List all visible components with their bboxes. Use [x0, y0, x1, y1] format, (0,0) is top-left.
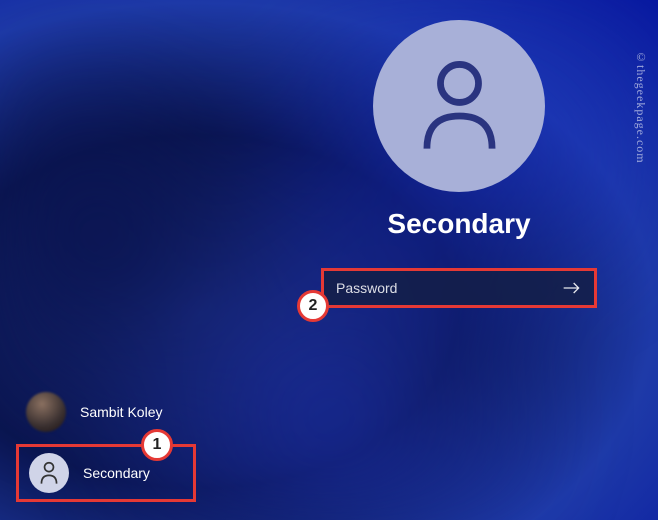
login-panel: Secondary 2 — [299, 20, 619, 308]
avatar-generic — [29, 453, 69, 493]
arrow-right-icon — [562, 281, 582, 295]
password-input[interactable] — [336, 280, 562, 296]
person-icon — [38, 461, 60, 485]
submit-arrow-button[interactable] — [562, 281, 582, 295]
active-username: Secondary — [387, 208, 530, 240]
avatar-photo — [26, 392, 66, 432]
user-item-sambit[interactable]: Sambit Koley — [16, 386, 196, 438]
user-item-secondary[interactable]: 1 Secondary — [16, 444, 196, 502]
password-field-wrapper — [321, 268, 597, 308]
person-icon — [417, 59, 502, 154]
watermark-text: ©thegeekpage.com — [633, 50, 648, 164]
user-label: Sambit Koley — [80, 404, 162, 420]
password-container: 2 — [321, 268, 597, 308]
annotation-badge-2: 2 — [297, 290, 329, 322]
user-switcher-list: Sambit Koley 1 Secondary — [16, 386, 196, 502]
annotation-badge-1: 1 — [141, 429, 173, 461]
user-label: Secondary — [83, 465, 150, 481]
avatar-large — [373, 20, 545, 192]
